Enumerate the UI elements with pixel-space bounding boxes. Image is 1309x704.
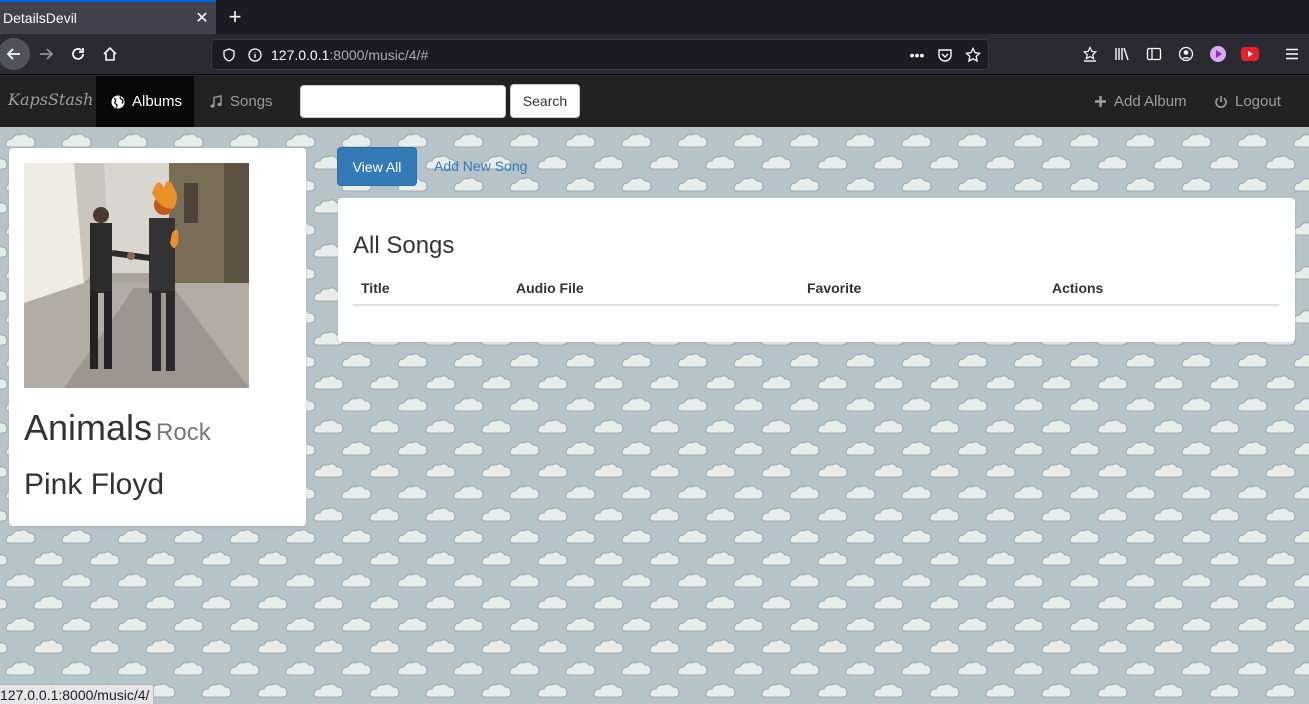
power-icon (1214, 95, 1228, 109)
column-header-audio-file: Audio File (516, 280, 584, 296)
home-icon (103, 46, 117, 61)
album-title: Animals Rock (24, 407, 211, 449)
logout-link[interactable]: Logout (1214, 76, 1281, 127)
tab-title: DetailsDevil (3, 10, 77, 26)
extension-youtube-icon[interactable] (1240, 44, 1260, 64)
account-icon[interactable] (1176, 44, 1196, 64)
songs-panel: All Songs Title Audio File Favorite Acti… (338, 198, 1295, 342)
nav-albums[interactable]: Albums (96, 76, 194, 127)
back-arrow-icon (6, 48, 20, 60)
album-artist: Pink Floyd (24, 468, 165, 501)
url-host: 127.0.0.1 (271, 47, 330, 63)
browser-toolbar: 127.0.0.1:8000/music/4/# ••• (0, 34, 1309, 75)
search-input[interactable] (300, 85, 506, 118)
logout-label: Logout (1235, 93, 1281, 110)
column-header-favorite: Favorite (807, 280, 862, 296)
url-path: :8000/music/4/# (329, 47, 429, 63)
back-button[interactable] (0, 38, 30, 70)
column-header-actions: Actions (1052, 280, 1104, 296)
new-tab-icon[interactable]: + (222, 3, 248, 31)
url-text: 127.0.0.1:8000/music/4/# (271, 47, 428, 63)
shield-icon[interactable] (220, 46, 238, 64)
forward-arrow-icon (40, 48, 54, 60)
nav-albums-label: Albums (132, 93, 183, 110)
album-title-text: Animals (24, 407, 153, 448)
page-body: Animals Rock Pink Floyd View All Add New … (0, 127, 1309, 704)
reading-list-icon[interactable] (1080, 44, 1100, 64)
album-card: Animals Rock Pink Floyd (9, 148, 306, 526)
search-button[interactable]: Search (510, 84, 580, 118)
reload-button[interactable] (63, 39, 93, 69)
album-cover-image (24, 163, 249, 388)
globe-icon (111, 95, 125, 109)
home-button[interactable] (95, 39, 125, 69)
browser-tab[interactable]: DetailsDevil ✕ (0, 0, 216, 34)
bookmark-star-icon[interactable] (964, 46, 982, 64)
site-brand[interactable]: KapsStash (8, 90, 93, 109)
column-header-title: Title (361, 280, 390, 296)
address-bar[interactable]: 127.0.0.1:8000/music/4/# ••• (211, 39, 989, 70)
tab-close-icon[interactable]: ✕ (188, 8, 216, 28)
info-icon[interactable] (246, 46, 264, 64)
add-new-song-link[interactable]: Add New Song (434, 158, 527, 174)
plus-icon (1094, 95, 1107, 108)
browser-status-url: 127.0.0.1:8000/music/4/ (0, 684, 155, 704)
browser-tab-strip: DetailsDevil ✕ + (0, 0, 1309, 34)
pocket-icon[interactable] (936, 46, 954, 64)
forward-button[interactable] (31, 39, 61, 69)
panel-title: All Songs (353, 232, 455, 259)
songs-table-header: Title Audio File Favorite Actions (353, 276, 1279, 306)
add-album-link[interactable]: Add Album (1094, 76, 1187, 127)
nav-songs[interactable]: Songs (209, 76, 273, 127)
album-genre: Rock (156, 419, 211, 446)
library-icon[interactable] (1112, 44, 1132, 64)
add-album-label: Add Album (1114, 93, 1187, 110)
sidebar-icon[interactable] (1144, 44, 1164, 64)
site-navbar: KapsStash Albums Songs Search Add Album … (0, 76, 1309, 127)
extension-player-icon[interactable] (1208, 44, 1228, 64)
more-actions-icon[interactable]: ••• (908, 46, 926, 64)
reload-icon (72, 48, 84, 60)
view-all-button[interactable]: View All (337, 147, 417, 186)
music-note-icon (209, 94, 223, 109)
menu-icon[interactable] (1282, 44, 1302, 64)
nav-songs-label: Songs (230, 93, 273, 110)
